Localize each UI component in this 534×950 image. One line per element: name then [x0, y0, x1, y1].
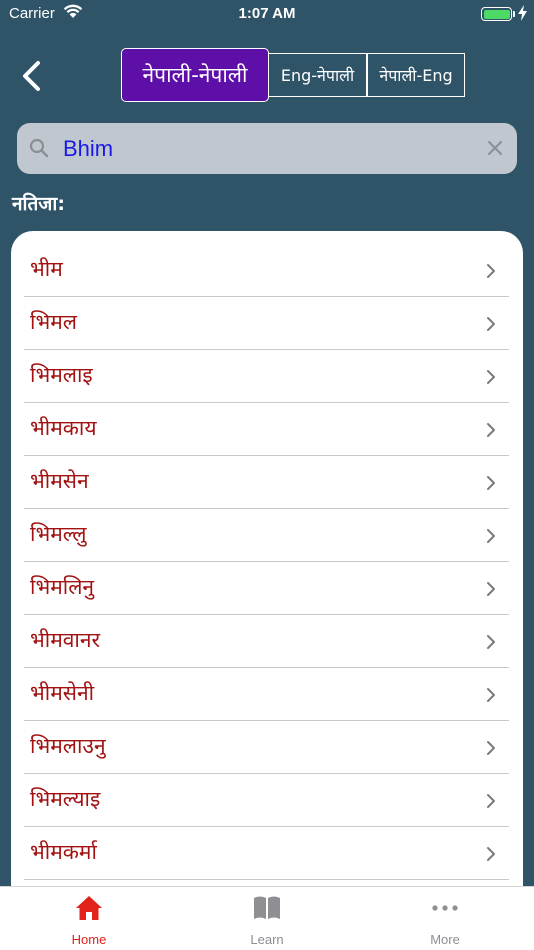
result-row[interactable]: भीमसेनी: [24, 668, 509, 721]
chevron-left-icon: [20, 61, 42, 96]
chevron-right-icon: [486, 634, 496, 654]
chevron-right-icon: [486, 369, 496, 389]
search-bar[interactable]: [17, 123, 517, 174]
result-row[interactable]: भीमवानर: [24, 615, 509, 668]
mode-tab-label: नेपाली-Eng: [379, 66, 453, 85]
results-heading: नतिजा:: [12, 193, 65, 215]
mode-tab-label: Eng-नेपाली: [280, 66, 355, 85]
results-list: भीम भिमल भिमलाइ भीमकाय भीमसेन भिमल्लु भिमलिनु भ…: [24, 244, 509, 880]
home-icon: [0, 894, 178, 922]
tab-label: Learn: [250, 932, 284, 947]
result-row[interactable]: भीमकर्मा: [24, 827, 509, 880]
tab-label: More: [430, 932, 460, 947]
back-button[interactable]: [20, 60, 50, 96]
results-card: भीम भिमल भिमलाइ भीमकाय भीमसेन भिमल्लु भिमलिनु भ…: [11, 231, 523, 931]
result-row[interactable]: भिमल: [24, 297, 509, 350]
chevron-right-icon: [486, 475, 496, 495]
chevron-right-icon: [486, 422, 496, 442]
result-word: भिमल्लु: [30, 522, 87, 546]
result-row[interactable]: भिमलाउनु: [24, 721, 509, 774]
result-row[interactable]: भिमलिनु: [24, 562, 509, 615]
chevron-right-icon: [486, 846, 496, 866]
result-word: भिमलाइ: [30, 363, 93, 387]
more-icon: [356, 894, 534, 922]
result-word: भीमकाय: [30, 416, 97, 440]
result-row[interactable]: भिमलाइ: [24, 350, 509, 403]
result-word: भिमलाउनु: [30, 734, 106, 758]
result-word: भीमवानर: [30, 628, 101, 652]
battery-icon: [481, 7, 512, 21]
chevron-right-icon: [486, 316, 496, 336]
result-row[interactable]: भीमसेन: [24, 456, 509, 509]
result-word: भिमलिनु: [30, 575, 95, 599]
result-row[interactable]: भीम: [24, 244, 509, 297]
tab-learn[interactable]: Learn: [178, 887, 356, 950]
chevron-right-icon: [486, 793, 496, 813]
status-time: 1:07 AM: [238, 5, 296, 22]
chevron-right-icon: [486, 263, 496, 283]
chevron-right-icon: [486, 581, 496, 601]
result-word: भीमकर्मा: [30, 840, 97, 864]
battery-nub: [513, 11, 515, 17]
chevron-right-icon: [486, 687, 496, 707]
tab-more[interactable]: More: [356, 887, 534, 950]
result-word: भीम: [30, 257, 63, 281]
result-word: भीमसेन: [30, 469, 89, 493]
mode-tab-eng-nepali[interactable]: Eng-नेपाली: [269, 53, 367, 97]
result-row[interactable]: भिमल्याइ: [24, 774, 509, 827]
chevron-right-icon: [486, 740, 496, 760]
result-row[interactable]: भिमल्लु: [24, 509, 509, 562]
chevron-right-icon: [486, 528, 496, 548]
tab-home[interactable]: Home: [0, 887, 178, 950]
status-bar: Carrier 1:07 AM: [0, 0, 534, 28]
search-icon: [29, 138, 49, 162]
search-input[interactable]: [63, 131, 473, 167]
book-icon: [178, 894, 356, 922]
clear-icon[interactable]: [487, 140, 503, 160]
mode-tab-label: नेपाली-नेपाली: [142, 63, 248, 87]
result-row[interactable]: भीमकाय: [24, 403, 509, 456]
result-word: भिमल: [30, 310, 77, 334]
charging-bolt-icon: [518, 5, 527, 25]
mode-tab-nepali-eng[interactable]: नेपाली-Eng: [367, 53, 465, 97]
result-word: भीमसेनी: [30, 681, 95, 705]
tab-bar: Home Learn More: [0, 886, 534, 950]
mode-tab-nepali-nepali[interactable]: नेपाली-नेपाली: [121, 48, 269, 102]
result-word: भिमल्याइ: [30, 787, 101, 811]
tab-label: Home: [71, 932, 107, 947]
